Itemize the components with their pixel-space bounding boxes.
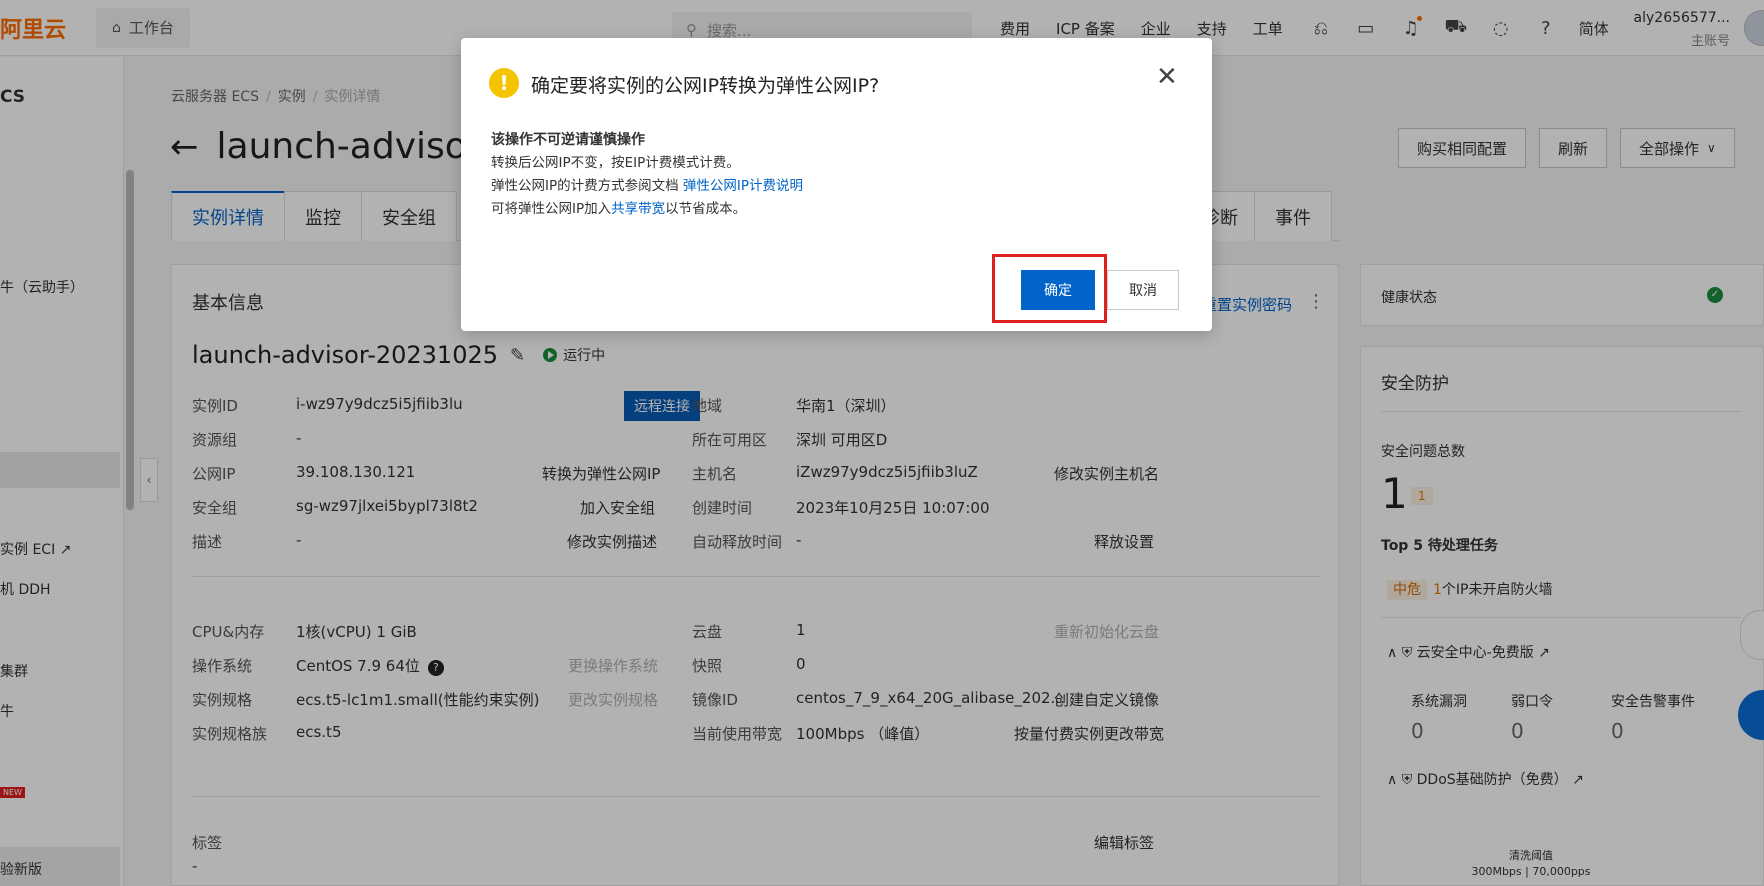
- dialog-line4-prefix: 可将弹性公网IP加入: [491, 201, 612, 217]
- close-icon[interactable]: ✕: [1156, 62, 1178, 92]
- confirm-dialog: ! 确定要将实例的公网IP转换为弹性公网IP? ✕ 该操作不可逆请谨慎操作 转换…: [461, 38, 1212, 331]
- dialog-line4: 可将弹性公网IP加入共享带宽以节省成本。: [491, 198, 803, 221]
- dialog-body: 该操作不可逆请谨慎操作 转换后公网IP不变，按EIP计费模式计费。 弹性公网IP…: [491, 129, 803, 221]
- dialog-line3-text: 弹性公网IP的计费方式参阅文档: [491, 178, 683, 194]
- dialog-line2: 转换后公网IP不变，按EIP计费模式计费。: [491, 155, 740, 171]
- dialog-warning-line: 该操作不可逆请谨慎操作: [491, 132, 645, 148]
- confirm-button[interactable]: 确定: [1021, 270, 1095, 310]
- cancel-button[interactable]: 取消: [1107, 270, 1179, 310]
- dialog-line3: 弹性公网IP的计费方式参阅文档 弹性公网IP计费说明: [491, 175, 803, 198]
- dialog-line4-suffix: 以节省成本。: [665, 201, 747, 217]
- eip-billing-link[interactable]: 弹性公网IP计费说明: [683, 178, 803, 194]
- shared-bandwidth-link[interactable]: 共享带宽: [611, 201, 665, 217]
- warning-icon: !: [489, 68, 519, 98]
- dialog-title: 确定要将实例的公网IP转换为弹性公网IP?: [531, 75, 880, 97]
